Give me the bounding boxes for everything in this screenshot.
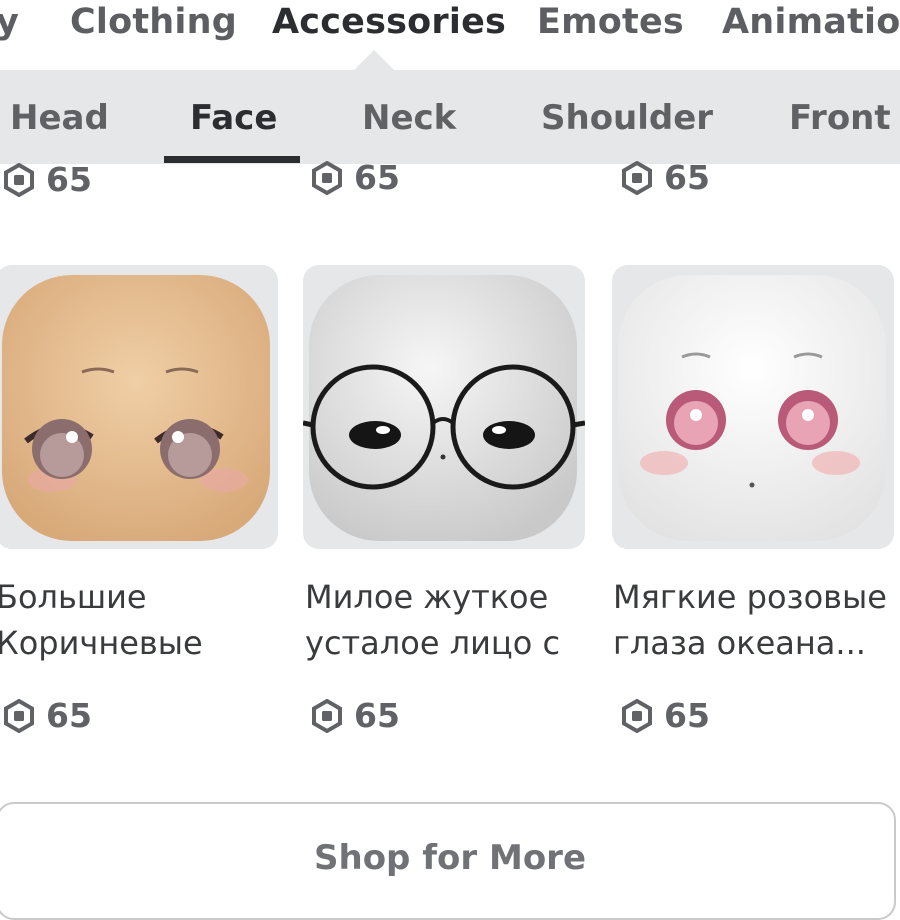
item-thumbnail[interactable] <box>612 265 894 549</box>
item-price: 65 <box>2 696 92 735</box>
subtab-shoulder[interactable]: Shoulder <box>541 98 713 138</box>
price-value: 65 <box>664 696 710 735</box>
subtab-head[interactable]: Head <box>10 98 109 138</box>
face-head-image <box>618 275 886 541</box>
tab-animation[interactable]: Animation <box>722 2 900 42</box>
item-name-line: глаза океана... <box>613 624 866 662</box>
item-name-line: Милое жуткое <box>305 578 549 616</box>
robux-icon <box>312 160 342 195</box>
price-value: 65 <box>354 158 400 197</box>
price-value: 65 <box>354 696 400 735</box>
item-name-line: Коричневые <box>0 624 203 662</box>
active-tab-pointer <box>352 50 396 72</box>
face-head-image <box>303 275 585 541</box>
tab-partial-category[interactable]: y <box>0 2 19 42</box>
tab-accessories[interactable]: Accessories <box>272 2 506 42</box>
robux-icon <box>622 698 652 733</box>
category-tabs: y Clothing Accessories Emotes Animation <box>0 0 900 72</box>
price-value: 65 <box>46 696 92 735</box>
price-value: 65 <box>664 158 710 197</box>
item-thumbnail[interactable] <box>303 265 585 549</box>
robux-icon <box>3 162 34 197</box>
shop-for-more-label: Shop for More <box>314 838 586 878</box>
tab-emotes[interactable]: Emotes <box>537 2 684 42</box>
item-price: 65 <box>310 696 400 735</box>
subtab-front[interactable]: Front <box>789 98 891 138</box>
item-name-line: Мягкие розовые <box>613 578 887 616</box>
item-name[interactable]: Большие Коричневые <box>0 574 203 666</box>
face-head-image <box>2 275 270 541</box>
subtab-face[interactable]: Face <box>190 98 277 138</box>
item-thumbnail[interactable] <box>0 265 278 549</box>
item-name-line: усталое лицо с <box>305 624 561 662</box>
item-name[interactable]: Милое жуткое усталое лицо с <box>305 574 560 666</box>
subcategory-tabs: Head Face Neck Shoulder Front <box>0 70 900 164</box>
item-price: 65 <box>310 158 400 197</box>
item-name-line: Большие <box>0 578 147 616</box>
tab-clothing[interactable]: Clothing <box>70 2 237 42</box>
active-subtab-underline <box>164 156 300 163</box>
robux-icon <box>3 698 34 733</box>
robux-icon <box>622 160 652 195</box>
price-value: 65 <box>46 160 92 199</box>
robux-icon <box>312 698 342 733</box>
item-name[interactable]: Мягкие розовые глаза океана... <box>613 574 887 666</box>
item-price: 65 <box>2 160 92 199</box>
subtab-neck[interactable]: Neck <box>362 98 456 138</box>
item-price: 65 <box>620 696 710 735</box>
item-price: 65 <box>620 158 710 197</box>
